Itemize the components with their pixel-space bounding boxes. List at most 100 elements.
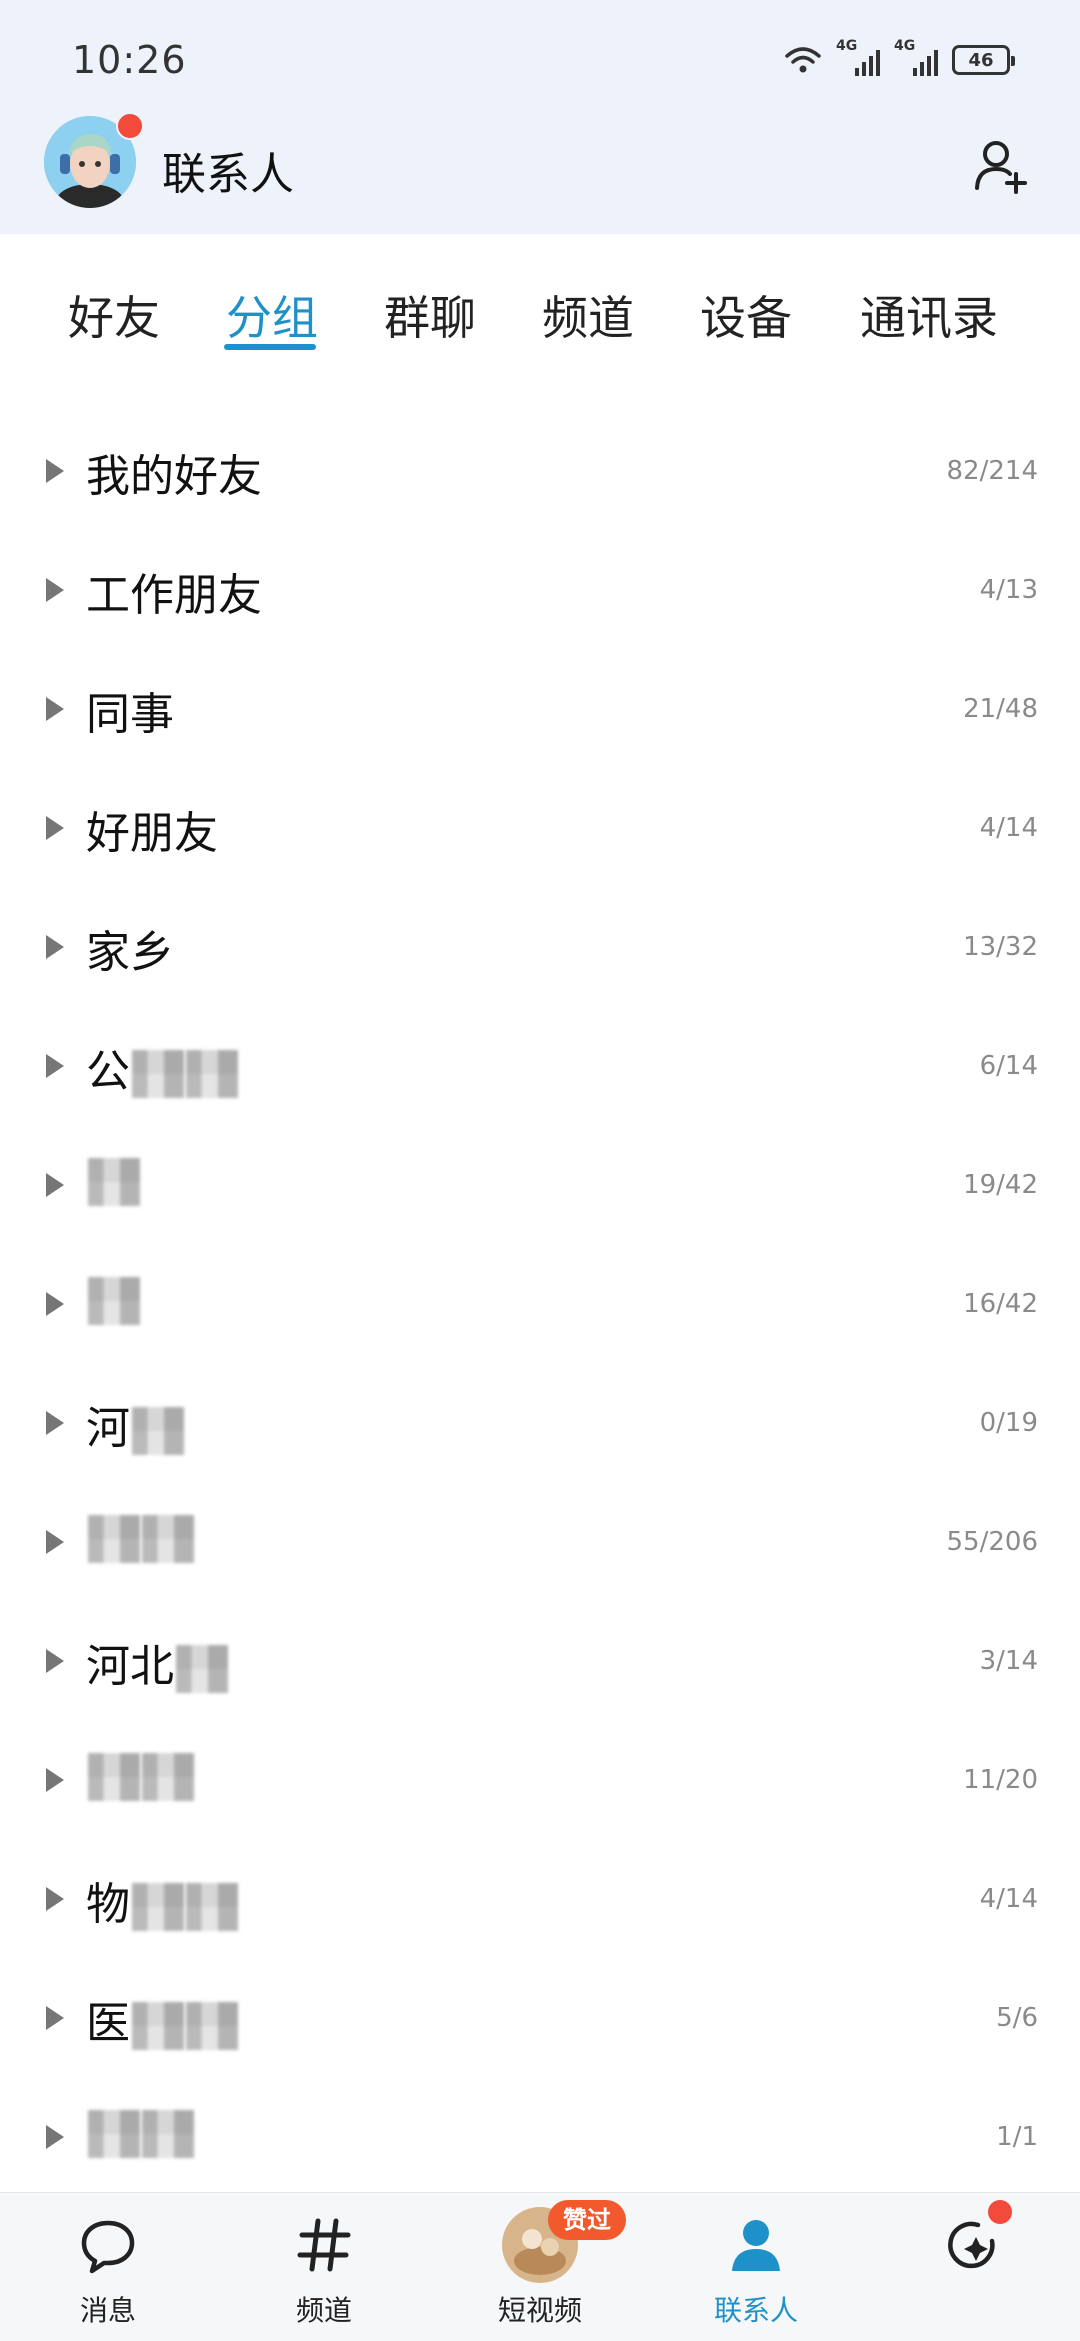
group-count: 11/20 bbox=[963, 1765, 1038, 1795]
expand-arrow-icon bbox=[46, 697, 64, 721]
redaction-blur bbox=[88, 1515, 140, 1563]
list-item[interactable]: 11/20 bbox=[0, 1729, 1080, 1848]
group-count: 5/6 bbox=[996, 2003, 1038, 2033]
group-count: 16/42 bbox=[963, 1289, 1038, 1319]
group-name-redacted bbox=[86, 1154, 140, 1206]
group-name: 医 bbox=[86, 1998, 130, 2049]
group-name: 工作朋友 bbox=[86, 570, 262, 621]
group-count: 1/1 bbox=[996, 2122, 1038, 2152]
group-name-redacted: 医 bbox=[86, 1987, 238, 2051]
list-item[interactable]: 公 6/14 bbox=[0, 1015, 1080, 1134]
redaction-blur bbox=[142, 2110, 194, 2158]
person-icon bbox=[732, 2220, 780, 2271]
notification-dot bbox=[988, 2200, 1012, 2224]
list-item[interactable]: 河北 3/14 bbox=[0, 1610, 1080, 1729]
redaction-blur bbox=[186, 1050, 238, 1098]
tab-friends[interactable]: 好友 bbox=[68, 282, 160, 348]
list-item[interactable]: 55/206 bbox=[0, 1491, 1080, 1610]
redaction-blur bbox=[132, 1883, 184, 1931]
redaction-blur bbox=[88, 2110, 140, 2158]
redaction-blur bbox=[186, 2002, 238, 2050]
tab-devices[interactable]: 设备 bbox=[700, 282, 792, 348]
battery-icon: 46 bbox=[952, 45, 1015, 75]
redaction-blur bbox=[132, 1050, 184, 1098]
group-count: 0/19 bbox=[979, 1408, 1038, 1438]
redaction-blur bbox=[176, 1645, 228, 1693]
group-count: 6/14 bbox=[979, 1051, 1038, 1081]
expand-arrow-icon bbox=[46, 1173, 64, 1197]
redaction-blur bbox=[132, 1407, 184, 1455]
signal-icon-2: 4G bbox=[894, 38, 938, 78]
list-item[interactable]: 1/1 bbox=[0, 2086, 1080, 2205]
group-name: 好朋友 bbox=[86, 808, 218, 859]
redaction-blur bbox=[132, 2002, 184, 2050]
group-count: 55/206 bbox=[946, 1527, 1038, 1557]
list-item[interactable]: 家乡 13/32 bbox=[0, 896, 1080, 1015]
nav-discover[interactable] bbox=[864, 2193, 1080, 2341]
list-item[interactable]: 19/42 bbox=[0, 1134, 1080, 1253]
signal-icon-1: 4G bbox=[836, 38, 880, 78]
group-name: 我的好友 bbox=[86, 451, 262, 502]
hashtag-icon bbox=[297, 2218, 351, 2272]
redaction-blur bbox=[142, 1515, 194, 1563]
list-item[interactable]: 好朋友 4/14 bbox=[0, 777, 1080, 896]
expand-arrow-icon bbox=[46, 1887, 64, 1911]
liked-badge: 赞过 bbox=[548, 2200, 626, 2240]
status-time: 10:26 bbox=[72, 38, 187, 82]
group-name-redacted: 河北 bbox=[86, 1630, 228, 1694]
group-count: 4/14 bbox=[979, 813, 1038, 843]
list-item[interactable]: 16/42 bbox=[0, 1253, 1080, 1372]
group-name: 物 bbox=[86, 1879, 130, 1930]
nav-label: 短视频 bbox=[497, 2294, 582, 2327]
group-count: 13/32 bbox=[963, 932, 1038, 962]
nav-channels[interactable]: 频道 bbox=[216, 2193, 432, 2341]
group-name: 同事 bbox=[86, 689, 174, 740]
add-friend-icon[interactable] bbox=[972, 136, 1032, 196]
group-name: 公 bbox=[86, 1046, 130, 1097]
list-item[interactable]: 我的好友 82/214 bbox=[0, 420, 1080, 539]
list-item[interactable]: 工作朋友 4/13 bbox=[0, 539, 1080, 658]
group-count: 21/48 bbox=[963, 694, 1038, 724]
redaction-blur bbox=[88, 1158, 140, 1206]
redaction-blur bbox=[88, 1753, 140, 1801]
redaction-blur bbox=[88, 1277, 140, 1325]
nav-label: 联系人 bbox=[713, 2294, 798, 2327]
list-item[interactable]: 物 4/14 bbox=[0, 1848, 1080, 1967]
contact-tabs: 好友 分组 群聊 频道 设备 通讯录 bbox=[0, 262, 1080, 362]
list-item[interactable]: 同事 21/48 bbox=[0, 658, 1080, 777]
expand-arrow-icon bbox=[46, 935, 64, 959]
expand-arrow-icon bbox=[46, 2006, 64, 2030]
tab-address-book[interactable]: 通讯录 bbox=[860, 282, 998, 348]
expand-arrow-icon bbox=[46, 1768, 64, 1792]
nav-messages[interactable]: 消息 bbox=[0, 2193, 216, 2341]
expand-arrow-icon bbox=[46, 1411, 64, 1435]
group-name-redacted bbox=[86, 1511, 194, 1563]
group-name-redacted: 河 bbox=[86, 1392, 184, 1456]
tab-groups[interactable]: 分组 bbox=[226, 282, 318, 348]
status-icons: 4G 4G 46 bbox=[784, 38, 1015, 80]
expand-arrow-icon bbox=[46, 2125, 64, 2149]
group-count: 4/14 bbox=[979, 1884, 1038, 1914]
nav-label: 消息 bbox=[79, 2294, 136, 2327]
active-tab-indicator bbox=[224, 344, 316, 350]
nav-label: 频道 bbox=[295, 2294, 352, 2327]
tab-channels[interactable]: 频道 bbox=[542, 282, 634, 348]
group-name: 河 bbox=[86, 1403, 130, 1454]
expand-arrow-icon bbox=[46, 1530, 64, 1554]
expand-arrow-icon bbox=[46, 1054, 64, 1078]
tab-group-chats[interactable]: 群聊 bbox=[384, 282, 476, 348]
group-count: 4/13 bbox=[979, 575, 1038, 605]
list-item[interactable]: 河 0/19 bbox=[0, 1372, 1080, 1491]
nav-contacts[interactable]: 联系人 bbox=[648, 2193, 864, 2341]
group-name-redacted: 公 bbox=[86, 1035, 238, 1099]
battery-level: 46 bbox=[968, 49, 994, 71]
expand-arrow-icon bbox=[46, 1292, 64, 1316]
group-name-redacted bbox=[86, 2106, 194, 2158]
list-item[interactable]: 医 5/6 bbox=[0, 1967, 1080, 2086]
group-name-redacted bbox=[86, 1273, 140, 1325]
group-name-redacted: 物 bbox=[86, 1868, 238, 1932]
expand-arrow-icon bbox=[46, 1649, 64, 1673]
refresh-sparkle-icon bbox=[948, 2221, 995, 2269]
redaction-blur bbox=[186, 1883, 238, 1931]
avatar-notification-dot bbox=[116, 112, 144, 140]
